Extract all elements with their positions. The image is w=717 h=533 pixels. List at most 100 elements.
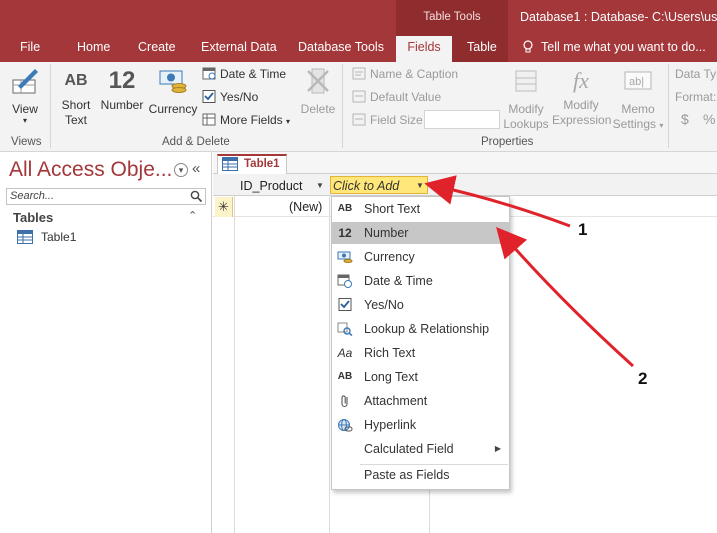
delete-label: Delete (300, 102, 336, 116)
tab-file[interactable]: File (20, 40, 40, 54)
menu-item-label: Lookup & Relationship (364, 322, 490, 336)
tab-table[interactable]: Table (467, 40, 497, 54)
separator (50, 64, 51, 148)
default-value-label: Default Value (370, 90, 442, 104)
menu-item-label: Paste as Fields (364, 468, 450, 482)
menu-item-label: Short Text (364, 202, 421, 216)
menu-item-label: Currency (364, 250, 415, 264)
default-value-icon (352, 90, 366, 103)
more-fields-icon (202, 113, 216, 126)
table-icon (222, 157, 238, 174)
views-group-label: Views (11, 136, 42, 148)
separator (668, 64, 669, 148)
name-caption-button[interactable]: Name & Caption (352, 67, 458, 81)
memo-settings-dropdown-icon: ▾ (659, 121, 664, 130)
short-text-icon: AB (337, 203, 353, 214)
menu-item-attachment[interactable]: Attachment (332, 390, 509, 412)
tab-database-tools[interactable]: Database Tools (298, 40, 384, 54)
checkbox-icon (202, 90, 216, 103)
memo-settings-label-2-text: Settings (612, 117, 656, 131)
field-size-icon (352, 113, 366, 126)
percent-format-button[interactable]: % (703, 111, 715, 127)
nav-pane-title[interactable]: All Access Obje... (9, 158, 172, 182)
menu-item-calculated-field[interactable]: Calculated Field ▶ (332, 438, 509, 460)
tab-fields[interactable]: Fields (396, 36, 452, 62)
memo-settings-icon: ab| (611, 66, 665, 100)
field-size-label-group: Field Size (352, 113, 423, 127)
nav-pane-menu-icon[interactable]: ▾ (174, 163, 188, 177)
more-fields-button[interactable]: More Fields ▾ (202, 113, 290, 127)
modify-lookups-label-1: Modify (508, 102, 544, 116)
click-to-add-dropdown-icon[interactable]: ▼ (416, 181, 424, 190)
field-size-label: Field Size (370, 113, 423, 127)
data-type-label: Data Typ (675, 67, 717, 81)
table-icon (17, 230, 33, 247)
menu-item-currency[interactable]: Currency (332, 246, 509, 268)
nav-item-table1[interactable]: Table1 (17, 230, 76, 247)
menu-item-label: Number (364, 226, 409, 240)
modify-expression-button[interactable]: fx Modify Expression (552, 66, 611, 128)
menu-item-yes-no[interactable]: Yes/No (332, 294, 509, 316)
tab-create[interactable]: Create (138, 40, 176, 54)
menu-item-lookup-relationship[interactable]: Lookup & Relationship (332, 318, 509, 340)
menu-item-label: Attachment (364, 394, 428, 408)
short-text-label-1: Short (61, 98, 91, 112)
calendar-icon (202, 67, 216, 80)
memo-settings-button[interactable]: ab| Memo Settings ▾ (611, 66, 665, 133)
section-collapse-icon[interactable]: ⌃ (188, 209, 197, 222)
lightbulb-icon (522, 40, 534, 57)
rich-text-icon: Aa (337, 346, 353, 360)
window-title: Database1 : Database- C:\Users\user\ (520, 10, 717, 24)
column-filter-dropdown-icon[interactable]: ▼ (316, 181, 324, 190)
menu-item-label: Rich Text (364, 346, 416, 360)
menu-item-rich-text[interactable]: Aa Rich Text (332, 342, 509, 364)
currency-button[interactable]: Currency (147, 66, 199, 117)
number-button[interactable]: 12 Number (98, 66, 146, 113)
menu-item-short-text[interactable]: AB Short Text (332, 198, 509, 220)
delete-button[interactable]: Delete (298, 66, 338, 117)
menu-item-hyperlink[interactable]: Hyperlink (332, 414, 509, 436)
fx-icon: fx (573, 68, 589, 93)
date-time-button[interactable]: Date & Time (202, 67, 286, 81)
search-icon[interactable] (190, 190, 203, 206)
menu-item-paste-as-fields[interactable]: Paste as Fields (332, 464, 509, 486)
yes-no-label: Yes/No (220, 90, 259, 104)
short-text-icon: AB (64, 72, 88, 89)
paperclip-icon (337, 394, 353, 408)
properties-group-label: Properties (481, 136, 534, 148)
column-header-id-product[interactable]: ID_Product (240, 179, 303, 193)
menu-item-label: Calculated Field (364, 442, 454, 456)
modify-lookups-icon (502, 66, 550, 100)
tab-home[interactable]: Home (77, 40, 110, 54)
new-record-selector[interactable]: ✳ (215, 197, 233, 217)
currency-label: Currency (148, 102, 198, 116)
delete-icon (298, 66, 338, 100)
modify-lookups-button[interactable]: Modify Lookups (502, 66, 550, 132)
document-tab-strip (213, 152, 717, 174)
annotation-number-2: 2 (638, 369, 648, 388)
currency-icon (337, 250, 353, 264)
nav-section-tables[interactable]: Tables (13, 210, 53, 225)
default-value-button[interactable]: Default Value (352, 90, 441, 104)
yes-no-button[interactable]: Yes/No (202, 90, 258, 104)
view-button[interactable]: View ▾ (6, 66, 44, 125)
lookup-icon (337, 322, 353, 337)
menu-item-date-time[interactable]: Date & Time (332, 270, 509, 292)
click-to-add-label: Click to Add (333, 179, 400, 193)
tell-me-search[interactable]: Tell me what you want to do... (541, 40, 706, 54)
grid-line (234, 174, 235, 533)
table-tools-label: Table Tools (423, 11, 481, 23)
annotation-number-1: 1 (578, 220, 588, 239)
separator (342, 64, 343, 148)
field-size-input[interactable] (424, 110, 500, 129)
tab-external-data[interactable]: External Data (201, 40, 277, 54)
nav-search-input[interactable]: Search... (6, 188, 206, 205)
short-text-button[interactable]: AB Short Text (57, 66, 95, 128)
menu-item-long-text[interactable]: AB Long Text (332, 366, 509, 388)
menu-item-number[interactable]: 12 Number (332, 222, 509, 244)
currency-format-button[interactable]: $ (681, 111, 689, 127)
submenu-arrow-icon: ▶ (494, 444, 501, 453)
nav-pane-collapse-icon[interactable]: « (192, 160, 200, 177)
number-icon: 12 (108, 67, 136, 94)
new-record-cell[interactable]: (New) (289, 200, 322, 214)
